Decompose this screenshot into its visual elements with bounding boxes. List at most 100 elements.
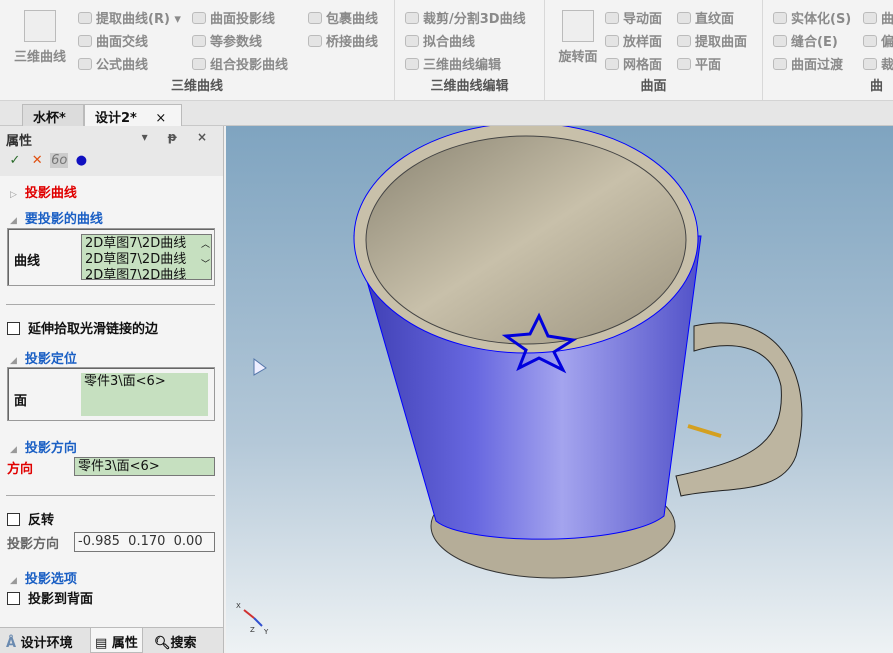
preview-glasses-icon[interactable]: 6o — [50, 153, 68, 168]
curve-list[interactable]: 2D草图7\2D曲线 2D草图7\2D曲线 2D草图7\2D曲线 ︿﹀ — [81, 234, 212, 280]
iso-param-button[interactable]: 等参数线 — [192, 31, 262, 50]
mug-interior — [366, 136, 686, 344]
properties-icon: ▤ — [95, 636, 107, 651]
dot-icon[interactable]: ● — [72, 153, 90, 168]
fit-curve-button[interactable]: 拟合曲线 — [405, 31, 475, 50]
tab-search[interactable]: 🔍︎搜索 — [150, 628, 201, 653]
checkbox[interactable] — [7, 322, 20, 335]
curve-list-item[interactable]: 2D草图7\2D曲线 — [85, 236, 197, 252]
checkbox[interactable] — [7, 513, 20, 526]
checkbox[interactable] — [7, 592, 20, 605]
projection-direction-label: 投影方向 — [7, 533, 59, 552]
fit-curve-icon — [405, 35, 419, 47]
ribbon-group-surface: 旋转面 导动面 放样面 网格面 直纹面 提取曲面 平面 曲面 — [545, 0, 763, 100]
projection-direction-input[interactable]: -0.985 0.170 0.00 — [74, 532, 215, 552]
curve-list-item[interactable]: 2D草图7\2D曲线 — [85, 268, 197, 280]
plane-button[interactable]: 平面 — [677, 54, 721, 73]
wrap-curve-icon — [308, 12, 322, 24]
document-tabs: 水杯* 设计2* × — [0, 101, 893, 126]
divider — [6, 304, 215, 305]
mesh-surface-button[interactable]: 网格面 — [605, 54, 662, 73]
curve-list-item[interactable]: 2D草图7\2D曲线 — [85, 252, 197, 268]
tab-water-cup[interactable]: 水杯* — [22, 104, 84, 126]
extract-surface-icon — [677, 35, 691, 47]
sew-button[interactable]: 缝合(E) — [773, 31, 838, 50]
section-projection-direction[interactable]: ◢投影方向 — [10, 437, 77, 456]
trim-icon — [863, 58, 877, 70]
sweep-surface-button[interactable]: 导动面 — [605, 8, 662, 27]
panel-controls[interactable]: ▾ ᵽ × — [142, 130, 215, 144]
scissors-icon — [405, 12, 419, 24]
scroll-up-icon[interactable]: ︿ — [201, 240, 210, 250]
group-label: 曲 — [763, 75, 883, 94]
extract-surface-button[interactable]: 提取曲面 — [677, 31, 747, 50]
group-label: 三维曲线 — [0, 75, 394, 94]
viewport-canvas[interactable]: X Z Y — [226, 126, 893, 653]
divider — [6, 495, 215, 496]
solidify-icon — [773, 12, 787, 24]
trim-split-button[interactable]: 裁剪/分割3D曲线 — [405, 8, 526, 27]
blend-icon — [773, 58, 787, 70]
formula-curve-button[interactable]: 公式曲线 — [78, 54, 148, 73]
offset-icon — [863, 35, 877, 47]
panel-body: ▷投影曲线 ◢要投影的曲线 曲线 2D草图7\2D曲线 2D草图7\2D曲线 2… — [0, 176, 223, 627]
extract-curve-button[interactable]: 提取曲线(R) ▾ — [78, 8, 181, 27]
revolve-surface-button[interactable]: 旋转面 — [551, 10, 605, 65]
expand-triangle-icon: ▷ — [10, 190, 17, 200]
surface-projection-button[interactable]: 曲面投影线 — [192, 8, 275, 27]
tab-properties[interactable]: ▤ 属性 — [90, 628, 143, 653]
offset-button[interactable]: 偏 — [863, 31, 893, 50]
axis-z-label: Z — [250, 626, 255, 634]
trim-surface-button[interactable]: 裁 — [863, 54, 893, 73]
ribbon: 三维曲线 提取曲线(R) ▾ 曲面交线 公式曲线 曲面投影线 等参数线 组合投影… — [0, 0, 893, 101]
bridge-curve-button[interactable]: 桥接曲线 — [308, 31, 378, 50]
list-scrollbar[interactable]: ︿﹀ — [201, 235, 210, 275]
tab-design-environment[interactable]: Å 设计环境 — [2, 628, 77, 653]
3d-curve-button[interactable]: 三维曲线 — [8, 10, 72, 65]
section-projection-options[interactable]: ◢投影选项 — [10, 568, 77, 587]
formula-curve-icon — [78, 58, 92, 70]
iso-param-icon — [192, 35, 206, 47]
combined-projection-icon — [192, 58, 206, 70]
surface-intersection-icon — [78, 35, 92, 47]
edit-3d-curve-button[interactable]: 三维曲线编辑 — [405, 54, 501, 73]
sew-icon — [773, 35, 787, 47]
reverse-checkbox[interactable]: 反转 — [7, 509, 54, 528]
properties-panel: 属性 ▾ ᵽ × ✓ ✕ 6o ● ▷投影曲线 ◢要投影的曲线 曲线 2D草图7\… — [0, 126, 224, 653]
ruled-icon — [677, 12, 691, 24]
section-curves-to-project[interactable]: ◢要投影的曲线 — [10, 208, 103, 227]
loft-surface-button[interactable]: 放样面 — [605, 31, 662, 50]
face-field[interactable]: 零件3\面<6> — [81, 373, 208, 416]
tab-design2[interactable]: 设计2* × — [84, 104, 182, 126]
revolve-icon — [562, 10, 594, 42]
project-to-back-checkbox[interactable]: 投影到背面 — [7, 588, 93, 607]
extend-smooth-checkbox[interactable]: 延伸拾取光滑链接的边 — [7, 318, 158, 337]
surface-icon — [863, 12, 877, 24]
curve-label: 曲线 — [14, 250, 40, 269]
face-label: 面 — [14, 390, 27, 409]
mesh-icon — [605, 58, 619, 70]
ruled-surface-button[interactable]: 直纹面 — [677, 8, 734, 27]
3d-viewport[interactable]: X Z Y — [226, 126, 893, 653]
panel-title: 属性 — [6, 134, 32, 149]
surface-intersection-button[interactable]: 曲面交线 — [78, 31, 148, 50]
group-label: 曲面 — [545, 75, 762, 94]
collapse-triangle-icon: ◢ — [10, 216, 17, 226]
close-tab-icon[interactable]: × — [155, 111, 166, 126]
collapse-triangle-icon: ◢ — [10, 576, 17, 586]
solidify-button[interactable]: 实体化(S) — [773, 8, 851, 27]
collapse-triangle-icon: ◢ — [10, 445, 17, 455]
direction-field[interactable]: 零件3\面<6> — [74, 457, 215, 476]
scroll-down-icon[interactable]: ﹀ — [201, 260, 210, 270]
wrap-curve-button[interactable]: 包裹曲线 — [308, 8, 378, 27]
ribbon-item-truncated-1[interactable]: 曲 — [863, 8, 893, 27]
section-projection-curve[interactable]: ▷投影曲线 — [10, 182, 77, 201]
cancel-x-icon[interactable]: ✕ — [28, 153, 46, 168]
ok-check-icon[interactable]: ✓ — [6, 153, 24, 168]
sweep-icon — [605, 12, 619, 24]
surface-blend-button[interactable]: 曲面过渡 — [773, 54, 843, 73]
direction-label: 方向 — [7, 458, 33, 477]
section-projection-location[interactable]: ◢投影定位 — [10, 348, 77, 367]
combined-projection-button[interactable]: 组合投影曲线 — [192, 54, 288, 73]
3d-curve-icon — [24, 10, 56, 42]
